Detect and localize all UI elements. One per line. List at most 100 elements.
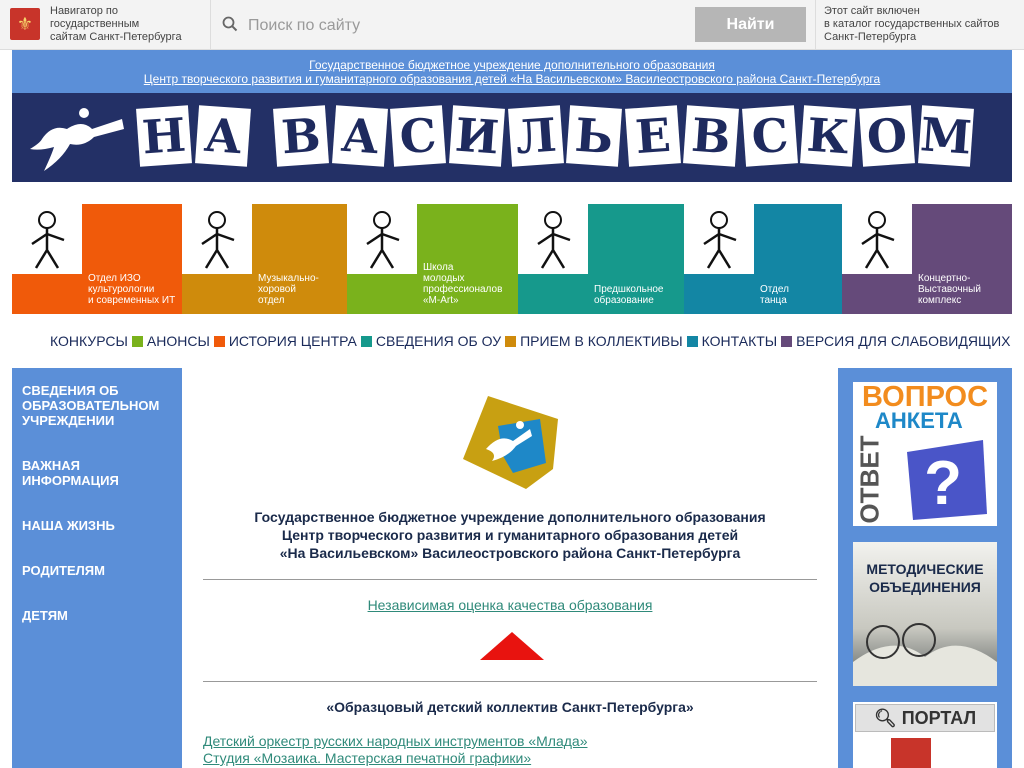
department-label-line: Предшкольное — [594, 284, 664, 295]
department-label-line: культурологии — [88, 284, 155, 295]
menu-separator-square — [781, 335, 793, 347]
department-label-line: профессионалов — [423, 284, 503, 295]
banner-letter: В — [683, 105, 740, 167]
sidebar-item-org-info[interactable]: СВЕДЕНИЯ ОБ ОБРАЗОВАТЕЛЬНОМ УЧРЕЖДЕНИИ — [22, 383, 177, 428]
department-label: Отдел танца — [760, 284, 789, 306]
anketa-text: АНКЕТА — [875, 408, 963, 433]
angel-trumpet-icon — [30, 108, 124, 171]
banner-letter: О — [859, 105, 916, 167]
title-line: Государственное бюджетное учреждение доп… — [254, 509, 766, 525]
sidebar-line: ОБРАЗОВАТЕЛЬНОМ — [22, 398, 160, 413]
banner-letter: К — [800, 105, 857, 167]
menu-item[interactable]: АНОНСЫ — [147, 333, 210, 349]
methodical-associations-banner[interactable]: МЕТОДИЧЕСКИЕ ОБЪЕДИНЕНИЯ — [853, 542, 997, 686]
menu-separator-square — [213, 335, 225, 347]
banner-letter: А — [331, 105, 388, 167]
sidebar-item-children[interactable]: ДЕТЯМ — [22, 608, 177, 623]
banner-letter: С — [741, 105, 798, 167]
org-header: Государственное бюджетное учреждение доп… — [12, 50, 1012, 93]
department-label-line: образование — [594, 295, 654, 306]
sidebar-line: СВЕДЕНИЯ ОБ — [22, 383, 119, 398]
child-figure-icon — [12, 204, 82, 274]
search-button[interactable]: Найти — [695, 7, 806, 42]
department-tile[interactable]: Отдел танца — [684, 204, 842, 314]
quality-assessment-link[interactable]: Независимая оценка качества образования — [203, 597, 817, 613]
svg-text:?: ? — [924, 449, 962, 518]
portal-banner[interactable]: 🔍︎ ПОРТАЛ — [853, 702, 997, 768]
department-label-line: отдел — [258, 295, 285, 306]
spb-emblem-icon — [891, 738, 931, 768]
department-label: Концертно- Выставочный комплекс — [918, 273, 981, 306]
department-label-line: «M-Art» — [423, 295, 459, 306]
banner-letter: В — [273, 105, 330, 167]
menu-item[interactable]: КОНКУРСЫ — [50, 333, 128, 349]
collective-link[interactable]: Студия «Мозаика. Мастерская печатной гра… — [203, 750, 531, 767]
spb-emblem-icon[interactable]: ⚜ — [10, 8, 40, 40]
org-name-link-1[interactable]: Государственное бюджетное учреждение доп… — [12, 58, 1012, 72]
sidebar-line: ИНФОРМАЦИЯ — [22, 473, 119, 488]
divider — [203, 579, 817, 580]
child-figure-icon — [347, 204, 417, 274]
department-tile[interactable]: Музыкально-хоровой отдел — [182, 204, 347, 314]
department-label-line: Концертно- — [918, 273, 971, 284]
sidebar-line: РОДИТЕЛЯМ — [22, 563, 105, 578]
collective-link[interactable]: Детский оркестр русских народных инструм… — [203, 733, 587, 750]
gov-navigator-bar: ⚜ Навигатор по государственным сайтам Са… — [0, 0, 1024, 50]
department-label-line: Отдел — [760, 284, 789, 295]
catalog-line: Этот сайт включен — [824, 5, 920, 17]
department-tile[interactable]: Школа молодых профессионалов «M-Art» — [347, 204, 518, 314]
search-icon: 🔍︎ — [873, 708, 897, 728]
navigator-line: Навигатор по — [50, 5, 118, 17]
portal-text: ПОРТАЛ — [901, 708, 977, 728]
title-line: «На Васильевском» Василеостровского райо… — [279, 545, 741, 561]
navigator-line: государственным — [50, 18, 140, 30]
qa-survey-banner[interactable]: ВОПРОС АНКЕТА ОТВЕТ ? — [853, 382, 997, 526]
child-figure-icon — [842, 204, 912, 274]
department-label-line: молодых — [423, 273, 465, 284]
department-tile[interactable]: Концертно- Выставочный комплекс — [842, 204, 1012, 314]
navigator-line: сайтам Санкт-Петербурга — [50, 31, 182, 43]
up-arrow-icon[interactable] — [480, 632, 544, 660]
metod-title: МЕТОДИЧЕСКИЕ ОБЪЕДИНЕНИЯ — [853, 560, 997, 596]
title-line: Центр творческого развития и гуманитарно… — [281, 527, 739, 543]
site-banner[interactable]: НАВАСИЛЬЕВСКОМ — [12, 93, 1012, 182]
metod-line: МЕТОДИЧЕСКИЕ — [866, 561, 984, 577]
search-input[interactable] — [246, 10, 690, 42]
center-logo-icon — [463, 396, 558, 489]
banner-letter: А — [194, 105, 251, 167]
main-menu: КОНКУРСЫ АНОНСЫ ИСТОРИЯ ЦЕНТРА СВЕДЕНИЯ ОБ … — [50, 332, 1010, 350]
sidebar-item-our-life[interactable]: НАША ЖИЗНЬ — [22, 518, 177, 533]
otvet-text: ОТВЕТ — [854, 435, 885, 524]
department-label: Музыкально-хоровой отдел — [258, 273, 319, 306]
page-title: Государственное бюджетное учреждение доп… — [203, 508, 817, 562]
department-label-line: Музыкально- — [258, 273, 319, 284]
department-label-line: Отдел ИЗО — [88, 273, 141, 284]
catalog-line: в каталог государственных сайтов — [824, 18, 1000, 30]
menu-item[interactable]: ПРИЕМ В КОЛЛЕКТИВЫ — [520, 333, 683, 349]
catalog-line: Санкт-Петербурга — [824, 31, 917, 43]
sidebar-item-parents[interactable]: РОДИТЕЛЯМ — [22, 563, 177, 578]
divider — [203, 681, 817, 682]
org-name-link-2[interactable]: Центр творческого развития и гуманитарно… — [12, 72, 1012, 86]
search-icon — [222, 16, 238, 32]
menu-item[interactable]: ВЕРСИЯ ДЛЯ СЛАБОВИДЯЩИХ — [796, 333, 1010, 349]
sidebar-item-important[interactable]: ВАЖНАЯ ИНФОРМАЦИЯ — [22, 458, 177, 488]
left-sidebar: СВЕДЕНИЯ ОБ ОБРАЗОВАТЕЛЬНОМ УЧРЕЖДЕНИИ В… — [12, 368, 182, 768]
catalog-link[interactable]: Этот сайт включен в каталог государствен… — [824, 5, 1019, 44]
banner-letter: И — [448, 105, 505, 167]
banner-letter: Ь — [566, 105, 623, 167]
department-tile[interactable]: Отдел ИЗО культурологии и современных ИТ — [12, 204, 182, 314]
divider — [210, 0, 211, 50]
banner-letter: С — [390, 105, 447, 167]
child-figure-icon — [182, 204, 252, 274]
right-sidebar: ВОПРОС АНКЕТА ОТВЕТ ? МЕТОДИЧЕСКИЕ ОБЪЕД… — [838, 368, 1012, 768]
navigator-link[interactable]: Навигатор по государственным сайтам Санк… — [50, 5, 200, 44]
menu-separator-square — [131, 335, 143, 347]
banner-letter: М — [917, 105, 974, 167]
sidebar-line: НАША ЖИЗНЬ — [22, 518, 115, 533]
department-tile[interactable]: Предшкольное образование — [518, 204, 684, 314]
menu-item[interactable]: СВЕДЕНИЯ ОБ ОУ — [376, 333, 501, 349]
department-label-line: комплекс — [918, 295, 962, 306]
menu-item[interactable]: ИСТОРИЯ ЦЕНТРА — [229, 333, 357, 349]
menu-item[interactable]: КОНТАКТЫ — [702, 333, 778, 349]
